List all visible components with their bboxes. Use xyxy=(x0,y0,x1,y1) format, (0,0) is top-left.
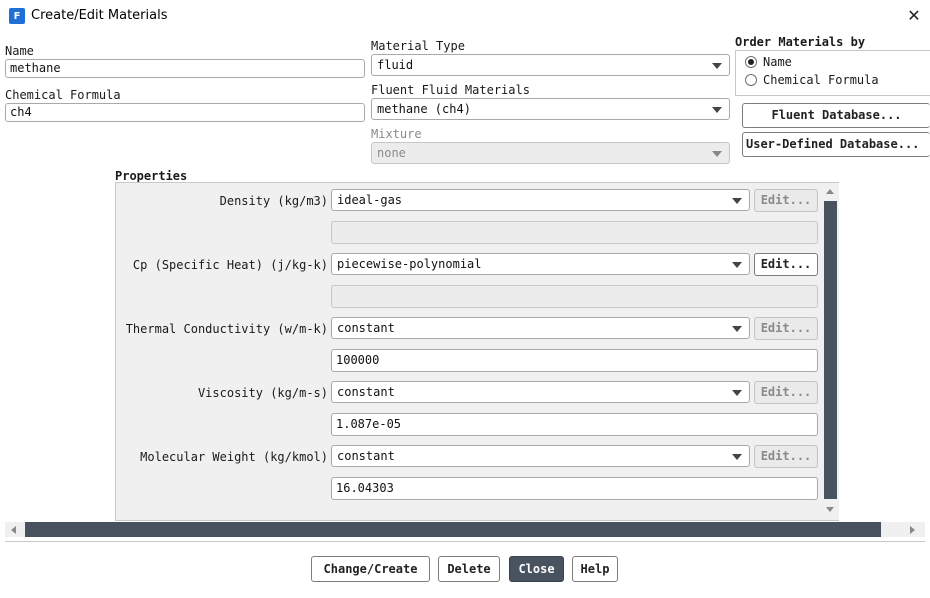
molecular-weight-edit-button[interactable]: Edit... xyxy=(754,445,818,468)
chevron-down-icon xyxy=(712,151,722,157)
delete-button[interactable]: Delete xyxy=(438,556,500,582)
close-window-icon[interactable]: ✕ xyxy=(904,6,924,26)
viscosity-label: Viscosity (kg/m-s) xyxy=(197,386,328,400)
density-label: Density (kg/m3) xyxy=(219,194,328,208)
scroll-left-icon[interactable] xyxy=(11,526,16,534)
scroll-right-icon[interactable] xyxy=(910,526,915,534)
mixture-value: none xyxy=(377,146,406,160)
fluent-database-button[interactable]: Fluent Database... xyxy=(742,103,930,128)
mixture-select: none xyxy=(371,142,730,164)
window-title: Create/Edit Materials xyxy=(31,8,168,23)
viscosity-edit-button[interactable]: Edit... xyxy=(754,381,818,404)
horizontal-scroll-thumb[interactable] xyxy=(25,522,881,537)
thermal-conductivity-value-field[interactable]: 100000 xyxy=(331,349,818,372)
material-type-value: fluid xyxy=(377,58,414,72)
thermal-conductivity-method-value: constant xyxy=(337,321,395,335)
vertical-scroll-thumb[interactable] xyxy=(824,201,837,499)
order-by-formula-label: Chemical Formula xyxy=(763,73,879,87)
chevron-down-icon xyxy=(732,454,742,460)
footer-divider xyxy=(5,541,925,542)
thermal-conductivity-edit-button[interactable]: Edit... xyxy=(754,317,818,340)
chevron-down-icon xyxy=(732,326,742,332)
chevron-down-icon xyxy=(712,107,722,113)
fluent-app-icon: F xyxy=(9,8,25,24)
viscosity-method-value: constant xyxy=(337,385,395,399)
cp-method-value: piecewise-polynomial xyxy=(337,257,482,271)
order-by-formula-radio[interactable] xyxy=(745,74,757,86)
viscosity-method-select[interactable]: constant xyxy=(331,381,750,403)
properties-label: Properties xyxy=(115,169,188,183)
name-input[interactable]: methane xyxy=(5,59,365,78)
fluent-fluid-materials-select[interactable]: methane (ch4) xyxy=(371,98,730,120)
density-edit-button[interactable]: Edit... xyxy=(754,189,818,212)
scroll-down-icon[interactable] xyxy=(826,507,834,512)
cp-label: Cp (Specific Heat) (j/kg-k) xyxy=(132,258,328,272)
close-button[interactable]: Close xyxy=(509,556,564,582)
mixture-label: Mixture xyxy=(371,127,422,141)
density-method-select[interactable]: ideal-gas xyxy=(331,189,750,211)
molecular-weight-method-select[interactable]: constant xyxy=(331,445,750,467)
molecular-weight-method-value: constant xyxy=(337,449,395,463)
chevron-down-icon xyxy=(712,63,722,69)
density-value-field xyxy=(331,221,818,244)
user-defined-database-button[interactable]: User-Defined Database... xyxy=(742,132,930,157)
cp-method-select[interactable]: piecewise-polynomial xyxy=(331,253,750,275)
fluent-fluid-materials-label: Fluent Fluid Materials xyxy=(371,83,530,97)
thermal-conductivity-method-select[interactable]: constant xyxy=(331,317,750,339)
cp-edit-button[interactable]: Edit... xyxy=(754,253,818,276)
change-create-button[interactable]: Change/Create xyxy=(311,556,430,582)
scroll-up-icon[interactable] xyxy=(826,189,834,194)
material-type-label: Material Type xyxy=(371,39,465,53)
order-by-label: Order Materials by xyxy=(735,35,866,49)
chevron-down-icon xyxy=(732,390,742,396)
thermal-conductivity-label: Thermal Conductivity (w/m-k) xyxy=(125,322,328,336)
molecular-weight-label: Molecular Weight (kg/kmol) xyxy=(140,450,328,464)
fluent-fluid-materials-value: methane (ch4) xyxy=(377,102,471,116)
name-label: Name xyxy=(5,44,34,58)
molecular-weight-value-field[interactable]: 16.04303 xyxy=(331,477,818,500)
material-type-select[interactable]: fluid xyxy=(371,54,730,76)
chemical-formula-input[interactable]: ch4 xyxy=(5,103,365,122)
chevron-down-icon xyxy=(732,262,742,268)
order-by-name-radio[interactable] xyxy=(745,56,757,68)
density-method-value: ideal-gas xyxy=(337,193,403,207)
cp-value-field xyxy=(331,285,818,308)
help-button[interactable]: Help xyxy=(572,556,618,582)
chemical-formula-label: Chemical Formula xyxy=(5,88,121,102)
chevron-down-icon xyxy=(732,198,742,204)
order-by-name-label: Name xyxy=(763,55,792,69)
viscosity-value-field[interactable]: 1.087e-05 xyxy=(331,413,818,436)
